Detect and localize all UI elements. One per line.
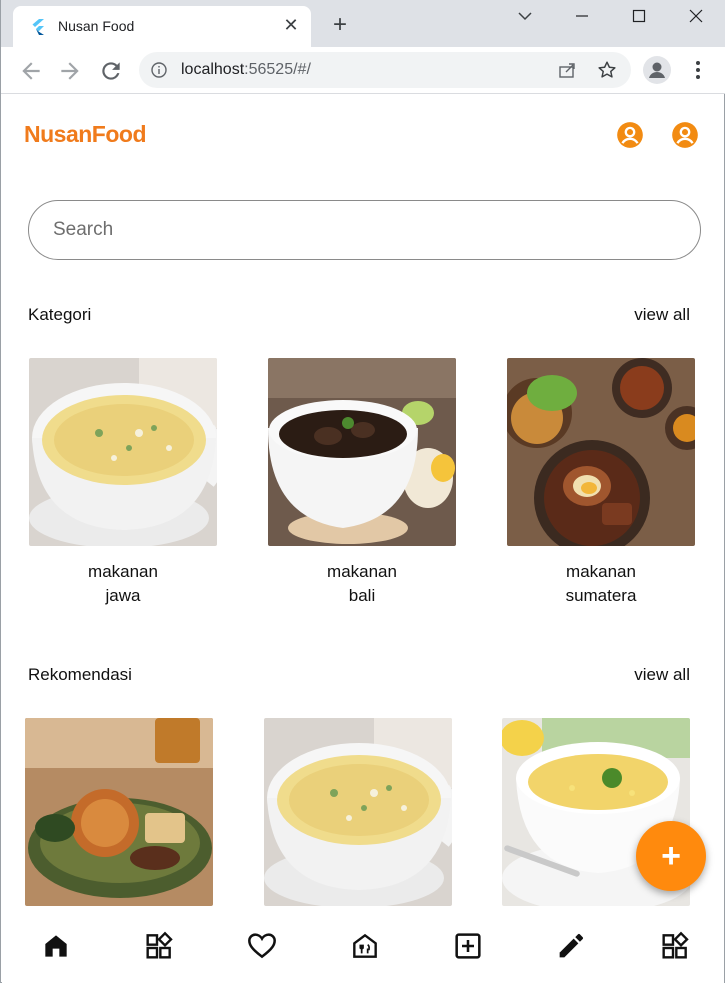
category-label: makanan jawa xyxy=(88,562,158,605)
url-path: :56525/#/ xyxy=(244,61,311,78)
rice-plate-image xyxy=(25,718,213,906)
category-card[interactable]: makanan jawa xyxy=(29,358,217,608)
reload-icon[interactable] xyxy=(98,58,124,84)
browser-toolbar: localhost:56525/#/ xyxy=(1,47,725,94)
minimize-icon[interactable] xyxy=(554,2,610,30)
tab-close-icon[interactable]: ✕ xyxy=(281,15,301,35)
back-arrow-icon[interactable] xyxy=(18,58,44,84)
new-tab-button[interactable]: + xyxy=(328,13,352,37)
category-icon[interactable] xyxy=(143,930,175,962)
app-root: NusanFood Kategori view all xyxy=(2,95,724,983)
category-label: makanan bali xyxy=(327,562,397,605)
beef-black-soup-image xyxy=(268,358,456,546)
tab-title: Nusan Food xyxy=(58,18,135,34)
bookmark-star-icon[interactable] xyxy=(596,59,618,81)
url-host: localhost xyxy=(181,61,245,78)
forward-arrow-icon[interactable] xyxy=(57,58,83,84)
add-icon: + xyxy=(661,837,681,875)
account-circle-icon[interactable] xyxy=(616,121,644,149)
browser-tab[interactable]: Nusan Food ✕ xyxy=(13,6,311,47)
tab-search-icon[interactable] xyxy=(497,2,553,30)
category-icon[interactable] xyxy=(659,930,691,962)
edit-icon[interactable] xyxy=(555,930,587,962)
app-brand: NusanFood xyxy=(24,121,147,147)
browser-window: Nusan Food ✕ + localhost:56525/#/ NusanF… xyxy=(0,0,725,983)
home-icon[interactable] xyxy=(40,930,72,962)
flutter-icon xyxy=(32,19,44,35)
add-box-icon[interactable] xyxy=(452,930,484,962)
tab-strip: Nusan Food ✕ + xyxy=(1,0,725,47)
category-label: makanan sumatera xyxy=(565,562,637,605)
category-card[interactable]: makanan sumatera xyxy=(507,358,695,608)
bottom-navigation xyxy=(2,910,724,983)
site-info-icon[interactable] xyxy=(151,62,167,78)
recommendation-card[interactable] xyxy=(264,718,452,906)
url-text: localhost:56525/#/ xyxy=(181,61,311,79)
search-input[interactable] xyxy=(53,215,653,245)
rekomendasi-view-all-link[interactable]: view all xyxy=(634,665,690,685)
recommendation-card[interactable] xyxy=(25,718,213,906)
heart-icon[interactable] xyxy=(246,930,278,962)
share-icon[interactable] xyxy=(557,60,577,80)
soup-bowl-image xyxy=(29,358,217,546)
category-card[interactable]: makanan bali xyxy=(268,358,456,608)
kategori-view-all-link[interactable]: view all xyxy=(634,305,690,325)
soup-bowl-image xyxy=(264,718,452,906)
kategori-title: Kategori xyxy=(28,305,92,324)
search-field[interactable] xyxy=(28,200,701,260)
profile-avatar-icon[interactable] xyxy=(643,56,671,84)
add-fab-button[interactable]: + xyxy=(636,821,706,891)
address-bar[interactable]: localhost:56525/#/ xyxy=(139,52,631,88)
braised-dishes-image xyxy=(507,358,695,546)
rekomendasi-title: Rekomendasi xyxy=(28,665,132,684)
restaurant-icon[interactable] xyxy=(349,930,381,962)
account-circle-icon[interactable] xyxy=(671,121,699,149)
browser-menu-icon[interactable] xyxy=(689,57,707,83)
close-window-icon[interactable] xyxy=(668,2,724,30)
maximize-icon[interactable] xyxy=(611,2,667,30)
